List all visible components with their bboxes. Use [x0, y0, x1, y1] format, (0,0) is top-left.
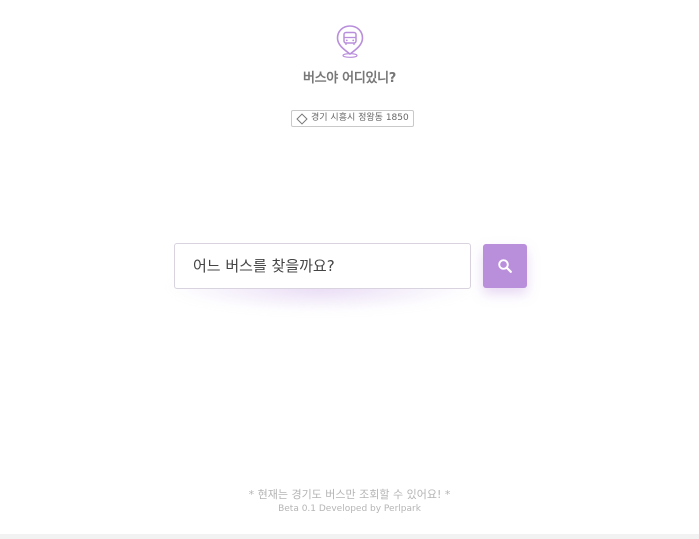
location-diamond-icon [296, 112, 308, 125]
bottom-bar [0, 534, 699, 539]
bus-location-pin-icon [336, 25, 364, 58]
location-text: 경기 시흥시 정왕동 1850 [311, 113, 409, 123]
search-button[interactable] [483, 244, 527, 288]
bus-search-input[interactable] [174, 243, 471, 289]
app-title: 버스야 어디있니? [302, 71, 397, 86]
search-icon [498, 259, 512, 273]
service-notice: * 현재는 경기도 버스만 조회할 수 있어요! * [248, 488, 451, 501]
location-badge[interactable]: 경기 시흥시 정왕동 1850 [291, 110, 414, 127]
credit-text: Beta 0.1 Developed by Perlpark [278, 504, 421, 514]
